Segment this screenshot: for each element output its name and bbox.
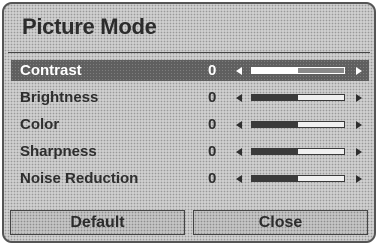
- setting-row-color[interactable]: Color 0: [11, 114, 369, 135]
- right-arrow-icon[interactable]: [356, 148, 362, 156]
- left-arrow-icon[interactable]: [236, 175, 242, 183]
- left-arrow-icon[interactable]: [236, 148, 242, 156]
- setting-row-contrast[interactable]: Contrast 0: [11, 60, 369, 81]
- slider-fill: [252, 149, 298, 154]
- picture-mode-dialog: Picture Mode Contrast 0 Brightness 0 Col…: [2, 2, 376, 243]
- right-arrow-icon[interactable]: [356, 94, 362, 102]
- setting-label: Noise Reduction: [20, 170, 139, 187]
- setting-label: Sharpness: [20, 143, 97, 160]
- left-arrow-icon[interactable]: [236, 121, 242, 129]
- setting-label: Contrast: [20, 62, 82, 79]
- setting-row-sharpness[interactable]: Sharpness 0: [11, 141, 369, 162]
- right-arrow-icon[interactable]: [356, 121, 362, 129]
- slider-fill: [252, 122, 298, 127]
- slider-fill: [252, 68, 298, 73]
- setting-label: Brightness: [20, 89, 99, 106]
- setting-row-noise-reduction[interactable]: Noise Reduction 0: [11, 168, 369, 189]
- slider-track[interactable]: [251, 175, 345, 182]
- setting-value: 0: [208, 170, 217, 187]
- default-button[interactable]: Default: [10, 210, 185, 235]
- left-arrow-icon[interactable]: [236, 94, 242, 102]
- title-divider: [8, 52, 370, 53]
- setting-value: 0: [208, 62, 217, 79]
- setting-label: Color: [20, 116, 60, 133]
- slider-track[interactable]: [251, 121, 345, 128]
- setting-value: 0: [208, 116, 217, 133]
- setting-value: 0: [208, 89, 217, 106]
- dialog-title: Picture Mode: [22, 14, 157, 39]
- slider-fill: [252, 176, 298, 181]
- slider-track[interactable]: [251, 148, 345, 155]
- slider-track[interactable]: [251, 67, 345, 74]
- left-arrow-icon[interactable]: [236, 67, 242, 75]
- slider-fill: [252, 95, 298, 100]
- right-arrow-icon[interactable]: [356, 67, 362, 75]
- setting-row-brightness[interactable]: Brightness 0: [11, 87, 369, 108]
- slider-track[interactable]: [251, 94, 345, 101]
- close-button[interactable]: Close: [193, 210, 368, 235]
- right-arrow-icon[interactable]: [356, 175, 362, 183]
- setting-value: 0: [208, 143, 217, 160]
